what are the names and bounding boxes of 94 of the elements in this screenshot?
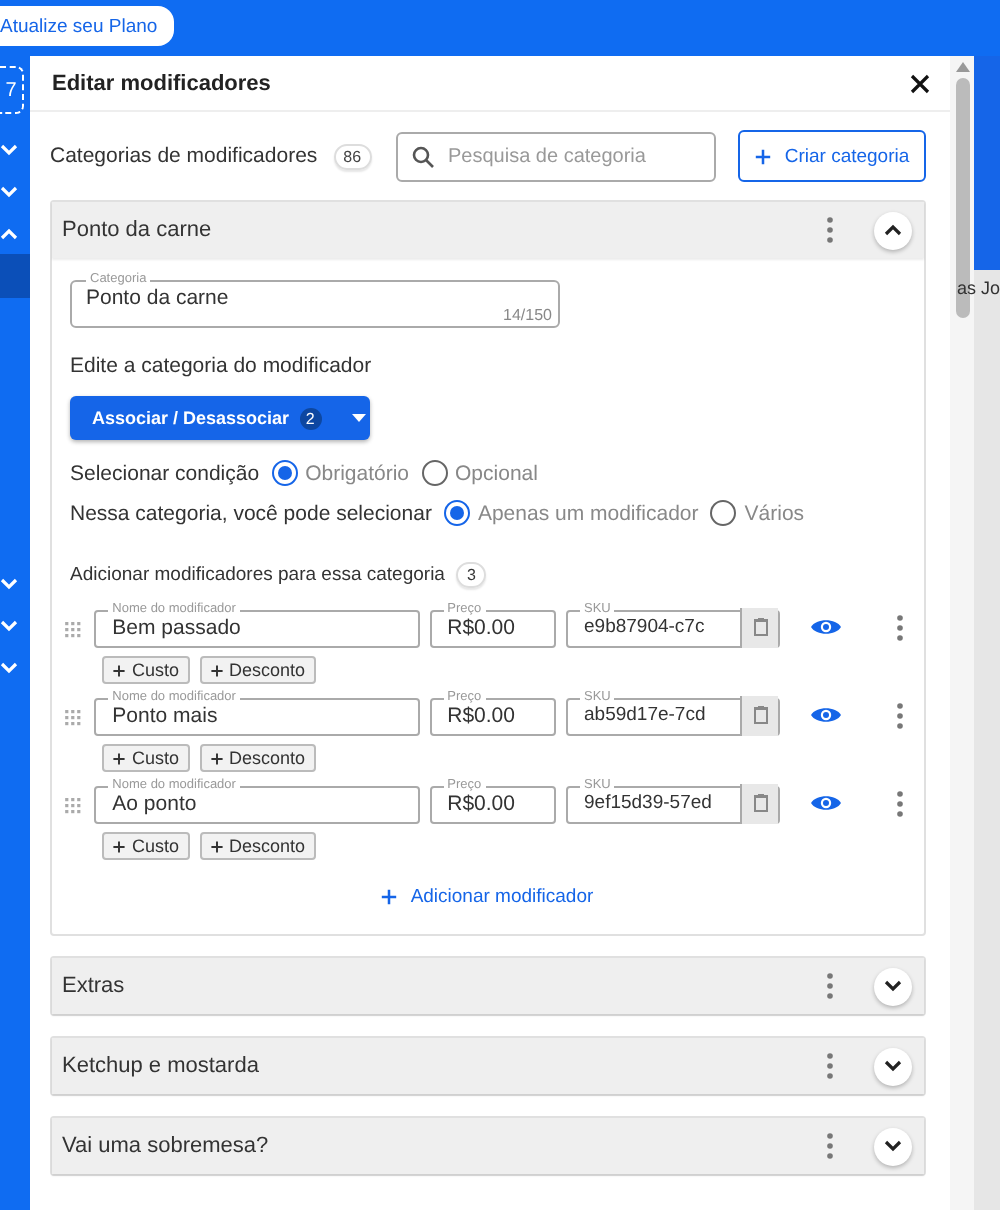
category-name: Ketchup e mostarda [62, 1054, 261, 1078]
drag-handle-icon[interactable] [64, 709, 83, 727]
plus-icon [209, 663, 224, 677]
more-options-icon[interactable] [896, 789, 904, 817]
chevron-down-icon [884, 1060, 902, 1072]
plus-icon [754, 147, 773, 165]
radio-button[interactable] [421, 460, 448, 486]
count-badge: 86 [333, 143, 372, 169]
option-group-label: Selecionar condição [70, 461, 260, 485]
section-title: Adicionar modificadores para essa categoria [70, 564, 445, 586]
expand-toggle[interactable] [874, 967, 912, 1005]
trash-icon [753, 794, 767, 812]
expand-toggle[interactable] [874, 1047, 912, 1085]
chevron-up-icon[interactable] [0, 227, 18, 239]
eye-icon[interactable] [810, 704, 842, 726]
chevron-down-icon[interactable] [0, 577, 18, 589]
delete-button[interactable] [740, 695, 778, 735]
drag-handle-icon[interactable] [64, 797, 83, 815]
category-name: Extras [62, 974, 127, 998]
trash-icon [753, 706, 767, 724]
create-category-button[interactable]: Criar categoria [738, 130, 926, 182]
category-name: Ponto da carne [62, 218, 214, 242]
close-icon [910, 73, 930, 93]
category-name: Vai uma sobremesa? [62, 1134, 271, 1158]
radio-label[interactable]: Vários [744, 501, 805, 525]
modifier-name-input[interactable]: Ao ponto [108, 789, 410, 817]
plus-icon [209, 839, 224, 853]
price-input[interactable]: R$0.00 [443, 701, 546, 729]
radio-label[interactable]: Obrigatório [305, 461, 410, 485]
section-title: Edite a categoria do modificador [70, 354, 374, 378]
chevron-up-icon [884, 224, 902, 236]
modifier-name-input[interactable]: Ponto mais [108, 701, 410, 729]
add-cost-button[interactable]: Custo [102, 656, 190, 684]
sku-input[interactable]: 9ef15d39-57ed [580, 789, 740, 817]
radio-button[interactable] [443, 500, 470, 526]
plus-icon [112, 751, 126, 765]
delete-button[interactable] [740, 607, 778, 647]
add-cost-button[interactable]: Custo [102, 744, 190, 772]
caret-icon [351, 414, 366, 422]
add-discount-button[interactable]: Desconto [199, 656, 316, 684]
expand-toggle[interactable] [874, 1127, 912, 1165]
count-badge: 2 [299, 407, 322, 429]
delete-button[interactable] [740, 783, 778, 823]
price-input[interactable]: R$0.00 [443, 613, 546, 641]
option-group-label: Nessa categoria, você pode selecionar [70, 501, 432, 525]
chevron-down-icon[interactable] [0, 143, 18, 155]
associate-dropdown-button[interactable]: Associar / Desassociar 2 [70, 396, 370, 440]
eye-icon[interactable] [810, 616, 842, 638]
upgrade-plan-button[interactable]: Atualize seu Plano [0, 6, 174, 46]
more-options-icon[interactable] [826, 972, 834, 1000]
category-header[interactable]: Vai uma sobremesa? [52, 1118, 924, 1174]
radio-button[interactable] [271, 460, 298, 486]
close-button[interactable] [910, 73, 930, 93]
expand-toggle[interactable] [874, 211, 912, 249]
plus-icon [380, 888, 399, 906]
plus-icon [112, 839, 126, 853]
radio-label[interactable]: Apenas um modificador [477, 501, 699, 525]
more-options-icon[interactable] [896, 701, 904, 729]
chevron-down-icon[interactable] [0, 661, 18, 673]
sku-input[interactable]: ab59d17e-7cd [580, 701, 740, 729]
category-header[interactable]: Ketchup e mostarda [52, 1038, 924, 1094]
more-options-icon[interactable] [826, 1132, 834, 1160]
radio-label[interactable]: Opcional [455, 461, 538, 485]
add-cost-button[interactable]: Custo [102, 832, 190, 860]
search-field[interactable]: Pesquisa de categoria [396, 131, 716, 181]
dialog-title: Editar modificadores [52, 71, 271, 95]
character-counter: 14/150 [503, 306, 552, 324]
chevron-down-icon [884, 980, 902, 992]
category-header[interactable]: Extras [52, 958, 924, 1014]
sidebar-badge[interactable]: 7 [0, 66, 24, 114]
chevron-down-icon[interactable] [0, 619, 18, 631]
scroll-up-icon[interactable] [955, 62, 969, 72]
add-modifier-button[interactable]: Adicionar modificador [368, 884, 606, 910]
category-header[interactable]: Ponto da carne [52, 202, 924, 258]
drag-handle-icon[interactable] [64, 621, 83, 639]
price-input[interactable]: R$0.00 [443, 789, 546, 817]
scrollbar[interactable] [950, 56, 974, 1210]
plus-icon [112, 663, 126, 677]
trash-icon [753, 618, 767, 636]
categories-title: Categorias de modificadores [50, 144, 318, 168]
modifier-name-input[interactable]: Bem passado [108, 613, 410, 641]
radio-button[interactable] [710, 500, 737, 526]
count-badge: 3 [456, 562, 486, 588]
chevron-down-icon [884, 1140, 902, 1152]
eye-icon[interactable] [810, 792, 842, 814]
add-discount-button[interactable]: Desconto [199, 744, 316, 772]
more-options-icon[interactable] [826, 1052, 834, 1080]
sku-input[interactable]: e9b87904-c7c [580, 613, 740, 641]
background-text: as Jo [956, 276, 1000, 300]
more-options-icon[interactable] [826, 216, 834, 244]
more-options-icon[interactable] [896, 613, 904, 641]
add-discount-button[interactable]: Desconto [199, 832, 316, 860]
plus-icon [209, 751, 224, 765]
chevron-down-icon[interactable] [0, 185, 18, 197]
